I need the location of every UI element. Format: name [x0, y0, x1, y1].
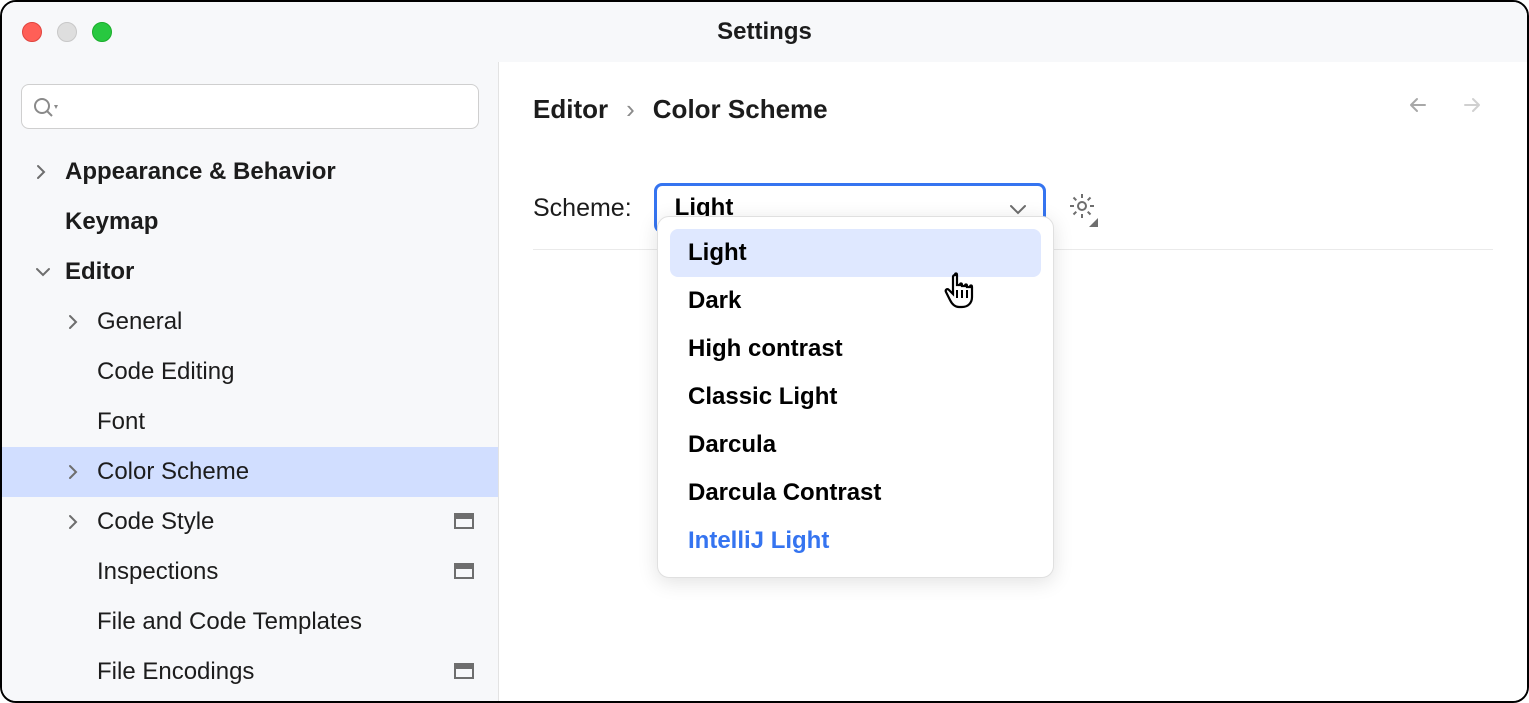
sidebar-item[interactable]: File and Code Templates	[2, 597, 498, 647]
scheme-option[interactable]: Darcula	[670, 421, 1041, 469]
scheme-option[interactable]: Darcula Contrast	[670, 469, 1041, 517]
content: Appearance & Behavior Keymap Editor General…	[2, 62, 1527, 701]
sidebar-item-label: Code Style	[97, 508, 454, 536]
forward-button[interactable]	[1459, 94, 1487, 121]
scheme-option[interactable]: Classic Light	[670, 373, 1041, 421]
scheme-option[interactable]: High contrast	[670, 325, 1041, 373]
sidebar-item-label: Appearance & Behavior	[65, 158, 498, 186]
close-window-button[interactable]	[22, 22, 42, 42]
sidebar-item[interactable]: Code Editing	[2, 347, 498, 397]
scheme-dropdown: LightDarkHigh contrastClassic LightDarcu…	[657, 216, 1054, 578]
traffic-lights	[22, 22, 112, 42]
project-scope-icon	[454, 558, 474, 586]
sidebar-item[interactable]: Editor	[2, 247, 498, 297]
settings-window: Settings Appearance & BehaviorKeymapEdit…	[0, 0, 1529, 703]
sidebar-item-label: Color Scheme	[97, 458, 498, 486]
sidebar-item[interactable]: Color Scheme	[2, 447, 498, 497]
sidebar-item[interactable]: Code Style	[2, 497, 498, 547]
chevron-right-icon	[67, 314, 97, 330]
sidebar-item-label: File Encodings	[97, 658, 454, 686]
search-icon	[32, 96, 60, 118]
sidebar-item[interactable]: Font	[2, 397, 498, 447]
scheme-option[interactable]: Dark	[670, 277, 1041, 325]
scheme-settings-button[interactable]	[1068, 192, 1096, 225]
sidebar-item[interactable]: File Encodings	[2, 647, 498, 697]
sidebar-item-label: General	[97, 308, 498, 336]
breadcrumb-separator: ›	[626, 94, 635, 125]
sidebar-item[interactable]: Appearance & Behavior	[2, 147, 498, 197]
sidebar-item-label: Inspections	[97, 558, 454, 586]
window-title: Settings	[717, 18, 812, 46]
maximize-window-button[interactable]	[92, 22, 112, 42]
titlebar: Settings	[2, 2, 1527, 62]
minimize-window-button[interactable]	[57, 22, 77, 42]
sidebar-item[interactable]: General	[2, 297, 498, 347]
sidebar-item-label: Font	[97, 408, 498, 436]
project-scope-icon	[454, 658, 474, 686]
sidebar: Appearance & Behavior Keymap Editor General…	[2, 62, 499, 701]
history-nav	[1405, 94, 1487, 121]
scheme-option[interactable]: Light	[670, 229, 1041, 277]
chevron-right-icon	[67, 514, 97, 530]
sidebar-item[interactable]: Keymap	[2, 197, 498, 247]
chevron-down-icon	[35, 266, 65, 278]
back-button[interactable]	[1405, 94, 1433, 121]
search-input[interactable]	[21, 84, 479, 129]
chevron-right-icon	[67, 464, 97, 480]
scheme-option[interactable]: IntelliJ Light	[670, 517, 1041, 565]
sidebar-item-label: Editor	[65, 258, 498, 286]
sidebar-item-label: File and Code Templates	[97, 608, 498, 636]
sidebar-item[interactable]: Inspections	[2, 547, 498, 597]
main-panel: Editor › Color Scheme Scheme: Light	[499, 62, 1527, 701]
chevron-right-icon	[35, 164, 65, 180]
breadcrumb: Editor › Color Scheme	[533, 94, 1493, 125]
gear-icon	[1068, 192, 1096, 220]
sidebar-item-label: Keymap	[65, 208, 498, 236]
project-scope-icon	[454, 508, 474, 536]
scheme-label: Scheme:	[533, 194, 632, 223]
sidebar-nav: Appearance & Behavior Keymap Editor General…	[2, 147, 498, 697]
sidebar-item-label: Code Editing	[97, 358, 498, 386]
breadcrumb-part: Color Scheme	[653, 94, 828, 125]
breadcrumb-part: Editor	[533, 94, 608, 125]
